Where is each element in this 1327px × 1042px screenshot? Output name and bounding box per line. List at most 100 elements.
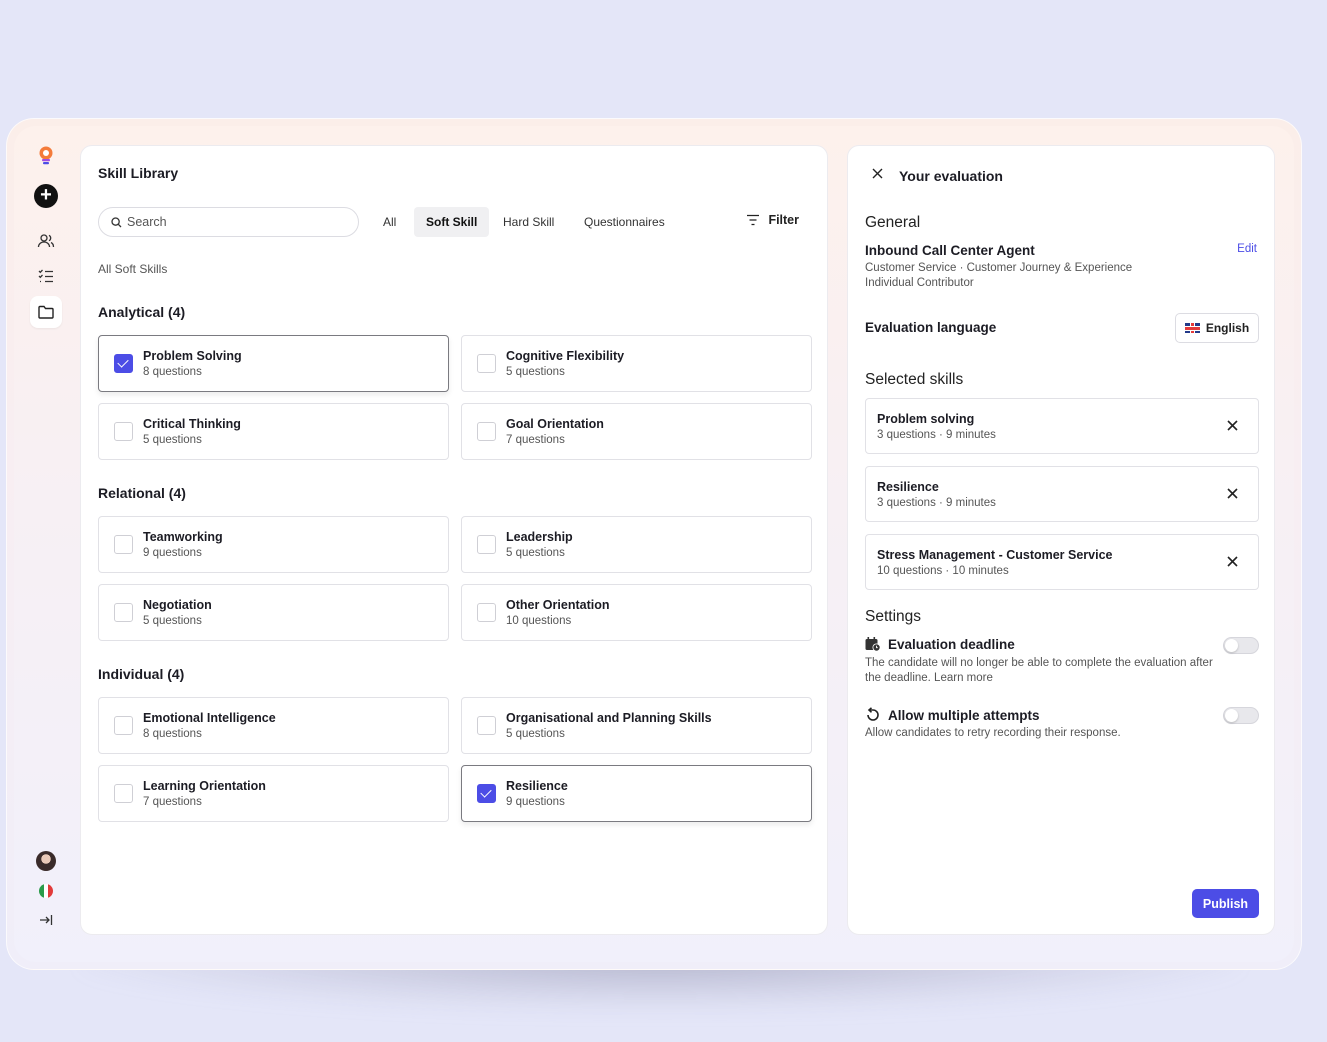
job-level: Individual Contributor <box>865 277 974 289</box>
language-label: Evaluation language <box>865 320 997 335</box>
skill-checkbox[interactable] <box>114 422 133 441</box>
group-title-individual: Individual (4) <box>98 666 185 682</box>
general-heading: General <box>865 214 921 231</box>
skill-name: Teamworking <box>143 530 223 544</box>
skill-checkbox[interactable] <box>114 354 133 373</box>
attempts-toggle[interactable] <box>1223 707 1259 724</box>
selected-skill-card: Stress Management - Customer Service 10 … <box>865 534 1259 590</box>
skill-checkbox[interactable] <box>477 535 496 554</box>
skill-question-count: 7 questions <box>506 434 565 446</box>
group-title-relational: Relational (4) <box>98 485 186 501</box>
selected-skills-heading: Selected skills <box>865 371 964 388</box>
remove-skill-icon[interactable] <box>1227 556 1238 567</box>
deadline-description: The candidate will no longer be able to … <box>865 657 1213 684</box>
skill-question-count: 7 questions <box>143 796 202 808</box>
skill-checkbox[interactable] <box>477 422 496 441</box>
job-title: Inbound Call Center Agent <box>865 243 1035 258</box>
selected-skill-card: Resilience 3 questions · 9 minutes <box>865 466 1259 522</box>
selected-skill-name: Resilience <box>877 480 939 494</box>
plus-icon[interactable]: + <box>30 180 62 212</box>
skill-name: Goal Orientation <box>506 417 604 431</box>
skill-name: Negotiation <box>143 598 212 612</box>
skill-card[interactable]: Problem Solving 8 questions <box>98 335 449 392</box>
skill-library-panel: Skill Library All Soft Skill Hard Skill … <box>80 145 828 935</box>
uk-flag-icon <box>1184 323 1200 333</box>
skill-card[interactable]: Negotiation 5 questions <box>98 584 449 641</box>
skill-name: Learning Orientation <box>143 779 266 793</box>
folder-icon[interactable] <box>30 296 62 328</box>
deadline-toggle[interactable] <box>1223 637 1259 654</box>
users-icon[interactable] <box>30 225 62 257</box>
language-value: English <box>1205 321 1250 335</box>
settings-heading: Settings <box>865 608 922 625</box>
checklist-icon[interactable] <box>30 260 62 292</box>
skill-question-count: 9 questions <box>143 547 202 559</box>
skill-card[interactable]: Leadership 5 questions <box>461 516 812 573</box>
skill-question-count: 5 questions <box>143 615 202 627</box>
skill-name: Problem Solving <box>143 349 242 363</box>
skill-checkbox[interactable] <box>114 535 133 554</box>
search-icon <box>111 216 122 227</box>
evaluation-panel: Your evaluation General Inbound Call Cen… <box>847 145 1275 935</box>
skill-card[interactable]: Teamworking 9 questions <box>98 516 449 573</box>
tab-all[interactable]: All <box>371 207 408 237</box>
retry-icon <box>867 707 879 721</box>
search-input[interactable] <box>127 215 327 229</box>
skill-card[interactable]: Cognitive Flexibility 5 questions <box>461 335 812 392</box>
subheading: All Soft Skills <box>98 262 168 276</box>
selected-skill-name: Stress Management - Customer Service <box>877 548 1113 562</box>
filter-icon <box>747 214 760 226</box>
logo-icon[interactable] <box>30 140 62 172</box>
skill-card[interactable]: Organisational and Planning Skills 5 que… <box>461 697 812 754</box>
search-box[interactable] <box>98 207 359 237</box>
filter-label: Filter <box>768 213 799 227</box>
skill-name: Cognitive Flexibility <box>506 349 625 363</box>
skill-checkbox[interactable] <box>114 784 133 803</box>
skill-name: Resilience <box>506 779 568 793</box>
skill-card[interactable]: Learning Orientation 7 questions <box>98 765 449 822</box>
skill-checkbox[interactable] <box>477 603 496 622</box>
skill-checkbox[interactable] <box>477 354 496 373</box>
attempts-title: Allow multiple attempts <box>888 707 1040 723</box>
skill-question-count: 5 questions <box>506 728 565 740</box>
skill-question-count: 8 questions <box>143 728 202 740</box>
skill-card[interactable]: Resilience 9 questions <box>461 765 812 822</box>
skill-question-count: 10 questions <box>506 615 572 627</box>
tab-soft-skill[interactable]: Soft Skill <box>414 207 490 237</box>
language-select[interactable]: English <box>1175 313 1259 343</box>
filter-button[interactable]: Filter <box>746 213 799 227</box>
avatar[interactable] <box>30 845 62 877</box>
close-icon[interactable] <box>872 168 883 179</box>
selected-skill-meta: 3 questions · 9 minutes <box>877 429 996 441</box>
skill-checkbox[interactable] <box>477 716 496 735</box>
skill-card[interactable]: Other Orientation 10 questions <box>461 584 812 641</box>
skill-question-count: 5 questions <box>506 547 565 559</box>
job-meta: Customer Service · Customer Journey & Ex… <box>865 262 1133 274</box>
publish-button[interactable]: Publish <box>1192 889 1259 918</box>
skill-question-count: 5 questions <box>143 434 202 446</box>
evaluation-title: Your evaluation <box>899 168 1003 184</box>
collapse-icon[interactable] <box>30 904 62 936</box>
deadline-title: Evaluation deadline <box>888 637 1015 652</box>
skill-name: Other Orientation <box>506 598 610 612</box>
remove-skill-icon[interactable] <box>1227 488 1238 499</box>
italy-flag-icon[interactable] <box>30 875 62 907</box>
skill-checkbox[interactable] <box>477 784 496 803</box>
skill-card[interactable]: Critical Thinking 5 questions <box>98 403 449 460</box>
selected-skill-meta: 3 questions · 9 minutes <box>877 497 996 509</box>
skill-name: Leadership <box>506 530 573 544</box>
remove-skill-icon[interactable] <box>1227 420 1238 431</box>
skill-name: Organisational and Planning Skills <box>506 711 712 725</box>
skill-card[interactable]: Goal Orientation 7 questions <box>461 403 812 460</box>
skill-question-count: 8 questions <box>143 366 202 378</box>
skill-checkbox[interactable] <box>114 716 133 735</box>
tab-questionnaires[interactable]: Questionnaires <box>572 207 677 237</box>
deadline-setting: Evaluation deadline <box>865 637 1015 652</box>
skill-card[interactable]: Emotional Intelligence 8 questions <box>98 697 449 754</box>
edit-link[interactable]: Edit <box>1237 243 1257 255</box>
skill-question-count: 5 questions <box>506 366 565 378</box>
sidebar: + <box>30 140 64 940</box>
calendar-clock-icon <box>865 637 881 652</box>
tab-hard-skill[interactable]: Hard Skill <box>491 207 566 237</box>
skill-checkbox[interactable] <box>114 603 133 622</box>
